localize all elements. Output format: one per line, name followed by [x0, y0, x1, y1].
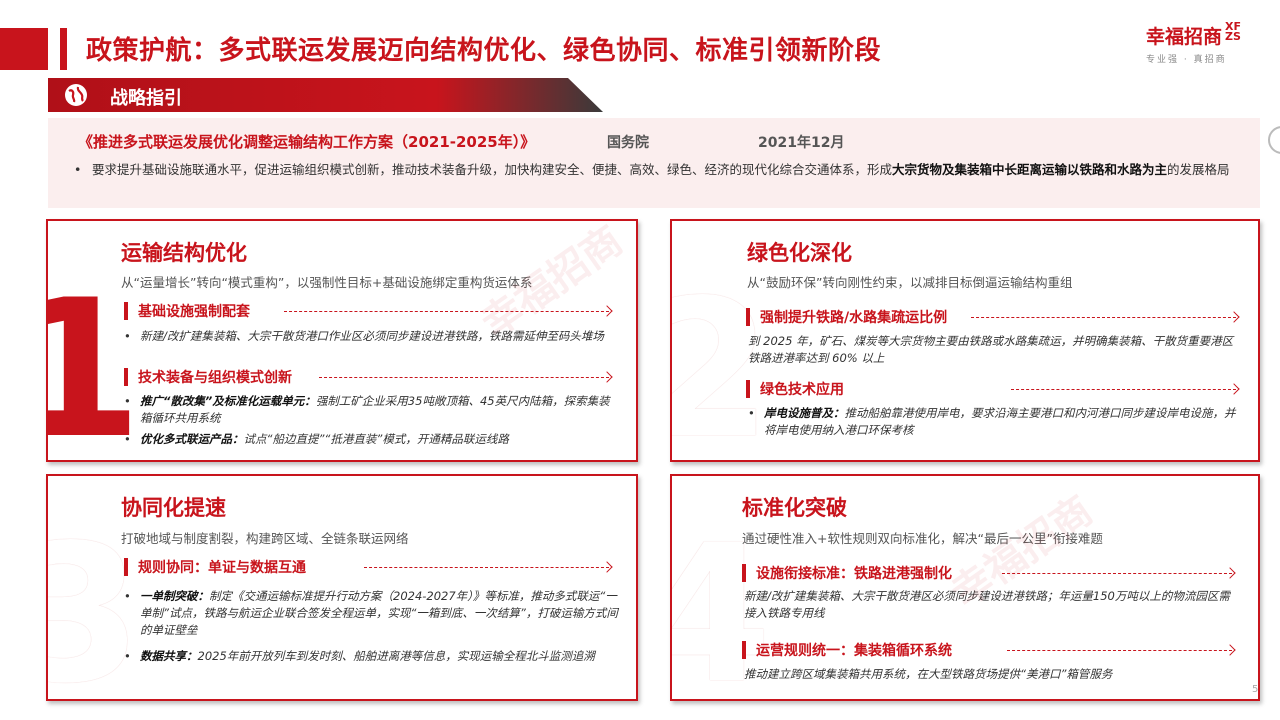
policy-issuer: 国务院 [607, 135, 649, 151]
panel-subtitle: 从“鼓励环保”转向刚性约束，以减排目标倒逼运输结构重组 [747, 275, 1073, 290]
panel-title: 运输结构优化 [121, 241, 247, 265]
list-item: • 推广“散改集”及标准化运载单元：强制工矿企业采用35吨敞顶箱、45英尺内陆箱，… [124, 394, 610, 425]
panel-coordination: 3 协同化提速 打破地域与制度割裂，构建跨区域、全链条联运网络 规则协同：单证与… [46, 474, 638, 701]
panel-subtitle: 从“运量增长”转向“模式重构”，以强制性目标+基础设施绑定重构货运体系 [121, 275, 533, 290]
panel-subtitle: 通过硬性准入+软性规则双向标准化，解决“最后一公里”衔接难题 [742, 531, 1103, 546]
dashed-arrow-icon [1011, 389, 1236, 390]
dashed-arrow-icon [1007, 650, 1232, 651]
section-banner-label: 战略指引 [110, 88, 182, 109]
panel-number: 2 [672, 275, 772, 461]
section-header: 绿色技术应用 [746, 379, 1236, 399]
logo-text: 幸福招商 [1146, 26, 1223, 48]
dashed-arrow-icon [364, 567, 609, 568]
page-number: 5 [1252, 684, 1259, 695]
policy-name: 《推进多式联运发展优化调整运输结构工作方案（2021-2025年）》 [78, 133, 536, 151]
section-header: 强制提升铁路/水路集疏运比例 [746, 307, 1236, 327]
dashed-arrow-icon [284, 311, 609, 312]
section-header: 设施衔接标准：铁路进港强制化 [742, 563, 1232, 583]
panel-subtitle: 打破地域与制度割裂，构建跨区域、全链条联运网络 [121, 531, 409, 546]
dashed-arrow-icon [971, 317, 1236, 318]
list-item: 推动建立跨区域集装箱共用系统，在大型铁路货场提供“美港口”箱管服务 [744, 667, 1113, 681]
logo-slogan: 专业强 · 真招商 [1146, 55, 1227, 65]
panel-title: 标准化突破 [742, 496, 847, 520]
section-header: 技术装备与组织模式创新 [124, 367, 614, 387]
logo-xf: XF ZS [1225, 20, 1242, 43]
policy-date: 2021年12月 [758, 135, 845, 151]
section-header: 基础设施强制配套 [124, 301, 614, 321]
dashed-arrow-icon [1002, 573, 1232, 574]
section-header: 运营规则统一：集装箱循环系统 [742, 640, 1232, 660]
brand-logo: 幸福招商 XF ZS 专业强 · 真招商 [1146, 20, 1256, 65]
panel-green-development: 2 绿色化深化 从“鼓励环保”转向刚性约束，以减排目标倒逼运输结构重组 强制提升… [670, 219, 1260, 462]
list-item: • 数据共享：2025年前开放列车到发时刻、船舶进离港等信息，实现运输全程北斗监测… [124, 649, 595, 663]
panel-transport-structure: 1 运输结构优化 从“运量增长”转向“模式重构”，以强制性目标+基础设施绑定重构… [46, 219, 638, 462]
list-item: • 优化多式联运产品：试点“船边直提”“抵港直装”模式，开通精品联运线路 [124, 432, 509, 446]
policy-summary: • 要求提升基础设施联通水平，促进运输组织模式创新，推动技术装备升级，加快构建安全… [74, 162, 1230, 177]
list-item: • 岸电设施普及：推动船舶靠港使用岸电，要求沿海主要港口和内河港口同步建设岸电设施… [748, 406, 1236, 437]
panel-standardization: 4 标准化突破 通过硬性准入+软性规则双向标准化，解决“最后一公里”衔接难题 设… [670, 474, 1260, 701]
list-item: • 一单制突破：制定《交通运输标准提升行动方案（2024-2027年）》等标准，推… [124, 589, 618, 637]
panel-title: 绿色化深化 [747, 241, 852, 265]
panel-title: 协同化提速 [121, 496, 226, 520]
list-item: 新建/改扩建集装箱、大宗干散货港区必须同步建设进港铁路；年运量150万吨以上的物… [744, 589, 1230, 620]
title-accent-block [0, 28, 48, 70]
section-header: 规则协同：单证与数据互通 [124, 557, 614, 577]
bullet-dot: • [74, 162, 82, 177]
list-item: 到 2025 年，矿石、煤炭等大宗货物主要由铁路或水路集疏运，并明确集装箱、干散… [748, 334, 1234, 365]
page-title: 政策护航：多式联运发展迈向结构优化、绿色协同、标准引领新阶段 [86, 36, 882, 66]
globe-icon [65, 84, 87, 106]
nav-circle-icon[interactable] [1268, 126, 1280, 154]
dashed-arrow-icon [319, 377, 609, 378]
title-accent-mark [60, 28, 67, 70]
list-item: • 新建/改扩建集装箱、大宗干散货港口作业区必须同步建设进港铁路，铁路需延伸至码头… [124, 329, 604, 343]
panel-number: 3 [48, 520, 142, 700]
